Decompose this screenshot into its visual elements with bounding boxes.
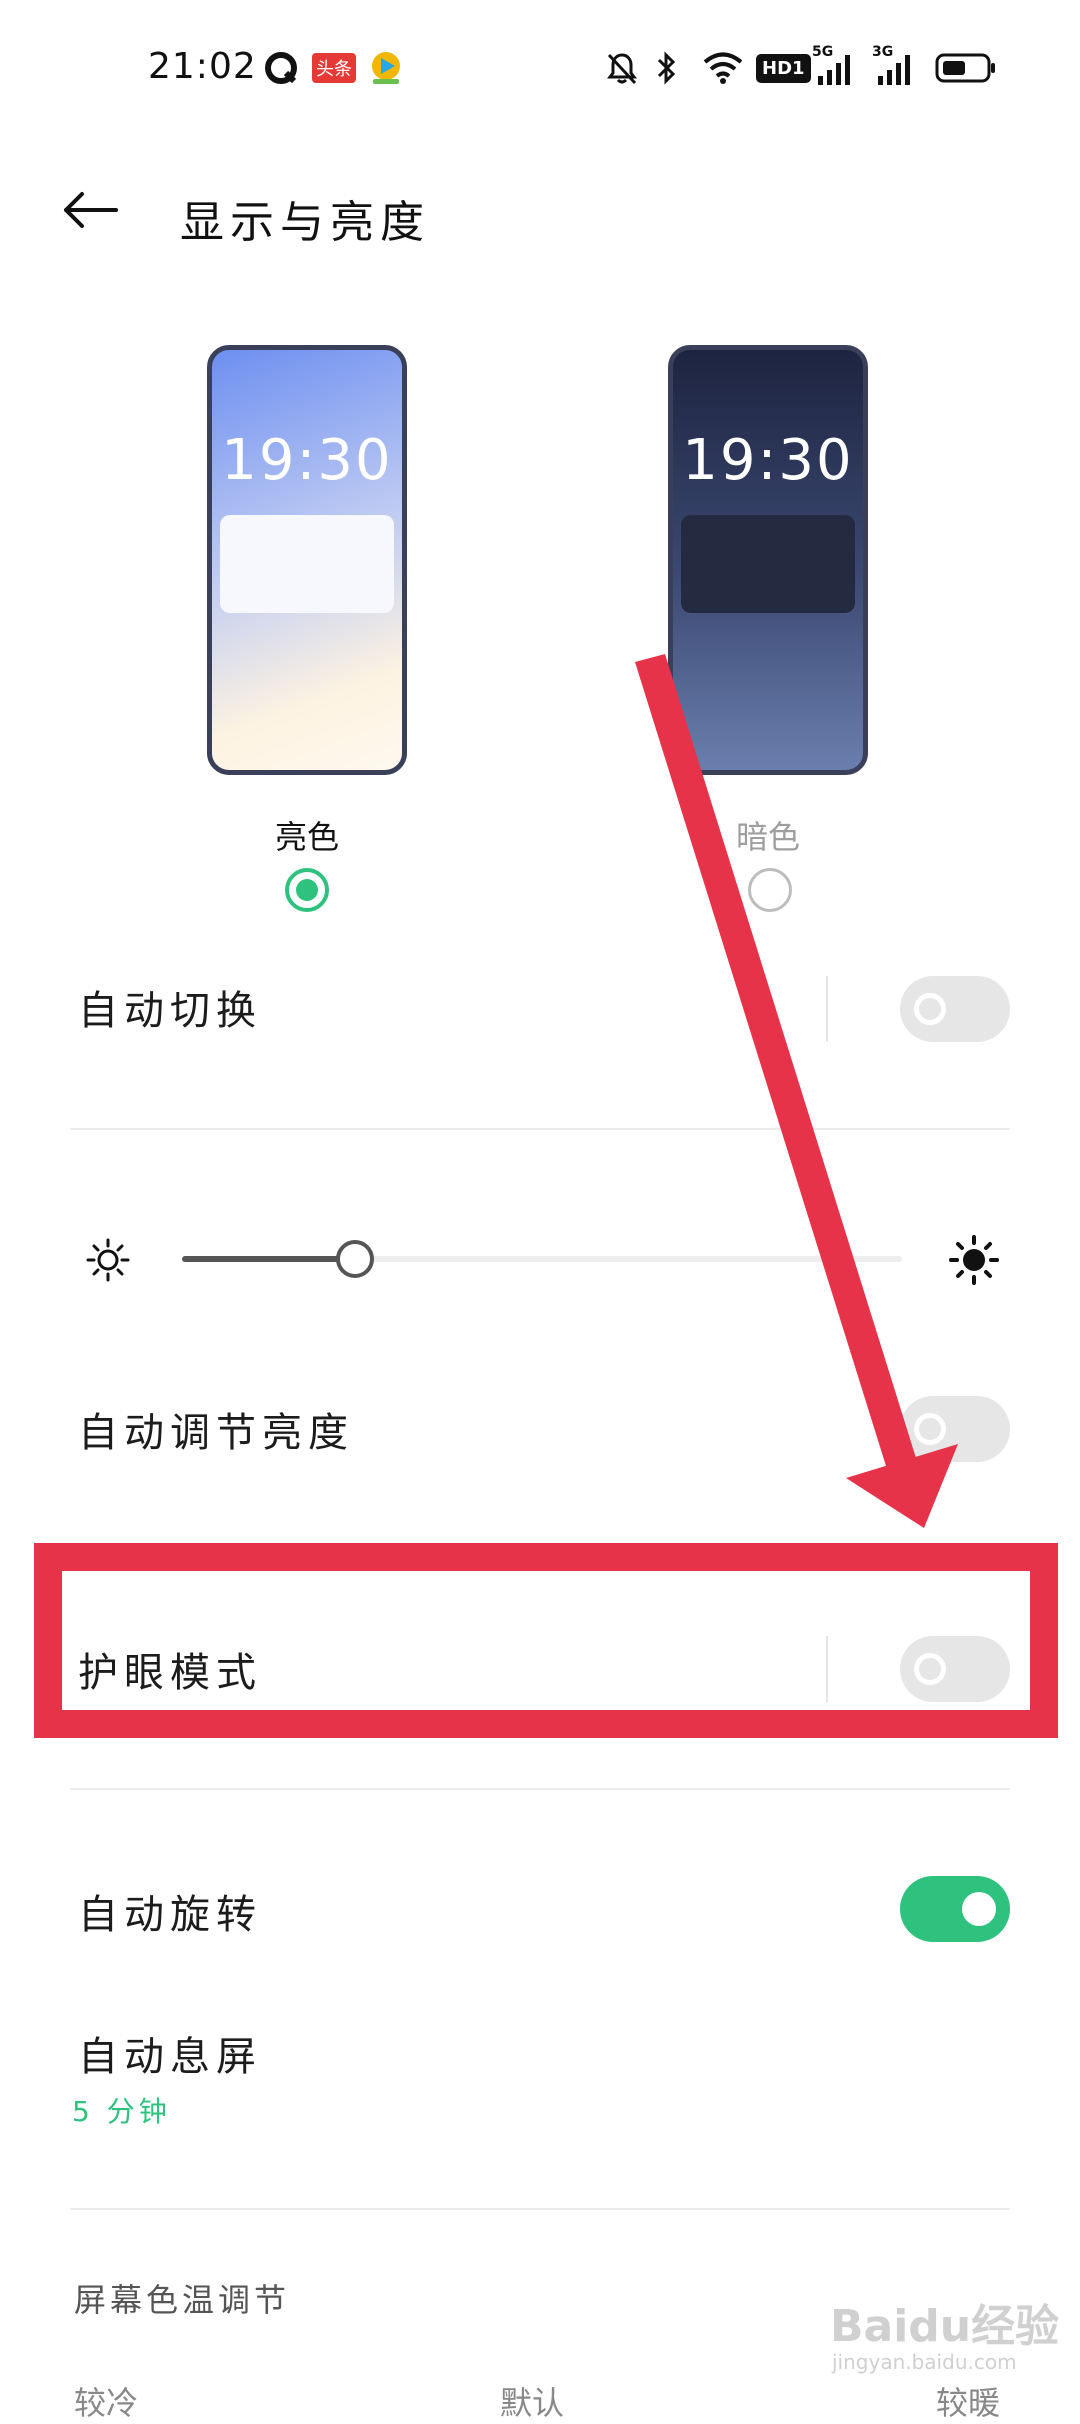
dark-theme-radio[interactable] [748,868,792,912]
color-temp-default-label: 默认 [500,2384,565,2422]
hd-icon: HD1 [756,50,811,86]
sun-high-icon [948,1234,1000,1286]
bluetooth-icon [652,50,682,86]
color-temp-cool-label: 较冷 [74,2384,139,2422]
toutiao-icon: 头条 [312,50,356,86]
baidu-watermark: Baidu经验 [830,2301,1060,2352]
hd-label: HD1 [756,53,811,83]
auto-sleep-value: 5 分钟 [72,2095,171,2128]
auto-brightness-label: 自动调节亮度 [78,1410,354,1456]
dark-preview-time: 19:30 [682,428,854,493]
light-theme-radio[interactable] [285,868,329,912]
toutiao-badge: 头条 [312,53,356,83]
sun-low-icon [84,1236,132,1284]
row-divider [826,976,828,1042]
light-theme-label: 亮色 [274,818,339,856]
light-theme-preview[interactable]: 19:30 [207,345,407,775]
battery-icon [934,50,998,86]
auto-brightness-toggle[interactable] [900,1396,1010,1462]
signal-5g-icon: 5G [812,44,860,86]
dark-theme-label: 暗色 [735,818,800,856]
light-preview-card [220,515,394,613]
net-5g-label: 5G [812,44,834,60]
section-divider [70,2208,1010,2210]
auto-rotate-label: 自动旋转 [78,1892,262,1938]
baidu-watermark-site: jingyan.baidu.com [832,2350,1017,2374]
dark-preview-card [681,515,855,613]
color-temp-warm-label: 较暖 [936,2384,1001,2422]
brightness-slider-fill [182,1256,355,1262]
brightness-slider[interactable] [182,1240,902,1278]
section-divider [70,1128,1010,1130]
auto-switch-label: 自动切换 [78,988,262,1034]
wifi-icon [700,50,746,86]
signal-3g-icon: 3G [872,44,920,86]
back-arrow-icon[interactable] [60,188,130,248]
mute-bell-icon [604,50,640,86]
net-3g-label: 3G [872,44,894,60]
status-time: 21:02 [148,46,257,87]
annotation-highlight-box [34,1543,1058,1738]
color-temp-section-title: 屏幕色温调节 [74,2281,291,2319]
video-app-icon [366,50,406,86]
light-preview-time: 19:30 [221,428,393,493]
auto-rotate-toggle[interactable] [900,1876,1010,1942]
section-divider [70,1788,1010,1790]
auto-switch-toggle[interactable] [900,976,1010,1042]
page-title: 显示与亮度 [180,197,430,248]
brightness-slider-thumb[interactable] [335,1240,374,1278]
dark-theme-preview[interactable]: 19:30 [668,345,868,775]
auto-sleep-label[interactable]: 自动息屏 [78,2024,262,2082]
q-app-icon [262,50,300,86]
